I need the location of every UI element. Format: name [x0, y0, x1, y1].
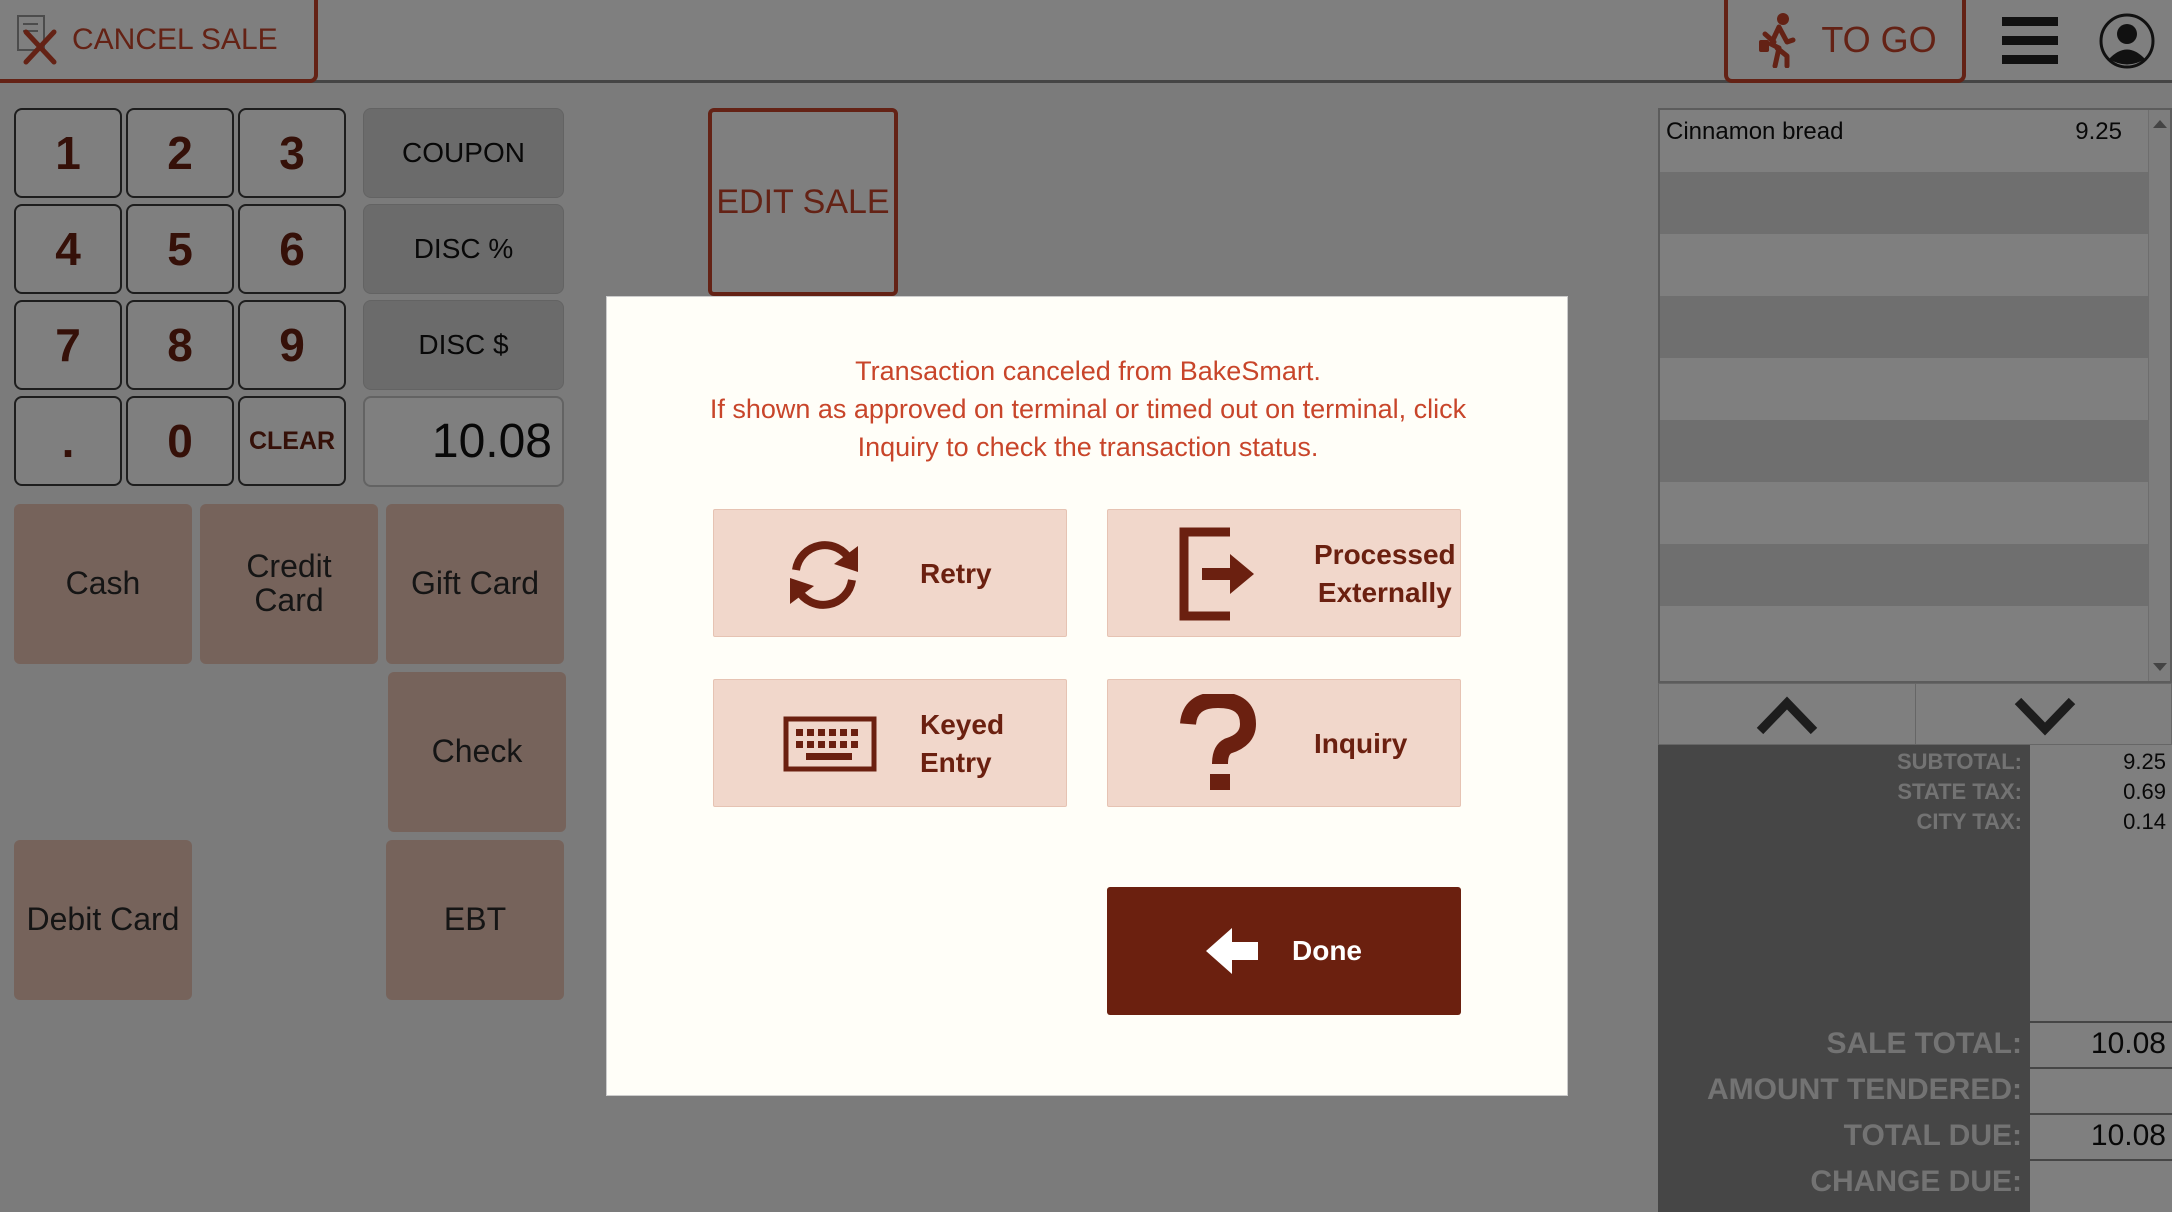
inquiry-button[interactable]: Inquiry: [1107, 679, 1461, 807]
processed-label-line1: Processed: [1314, 539, 1456, 570]
refresh-icon: [790, 541, 858, 609]
keyed-label-line2: Entry: [920, 747, 992, 778]
dialog-message: Transaction canceled from BakeSmart. If …: [607, 352, 1569, 466]
arrow-left-icon: [1206, 928, 1258, 974]
inquiry-label: Inquiry: [1314, 728, 1408, 759]
done-button[interactable]: Done: [1107, 887, 1461, 1015]
processed-label-line2: Externally: [1317, 577, 1452, 608]
message-line-3: Inquiry to check the transaction status.: [857, 432, 1319, 462]
retry-button[interactable]: Retry: [713, 509, 1067, 637]
keyboard-icon: [783, 716, 877, 772]
keyed-label-line1: Keyed: [920, 709, 1005, 740]
transaction-canceled-dialog: Transaction canceled from BakeSmart. If …: [606, 296, 1568, 1096]
question-mark-icon: [1180, 694, 1257, 790]
processed-externally-button[interactable]: Processed Externally: [1107, 509, 1461, 637]
keyed-entry-label: Keyed Entry: [920, 680, 1004, 808]
exit-arrow-icon: [1179, 527, 1254, 621]
keyed-entry-button[interactable]: Keyed Entry: [713, 679, 1067, 807]
done-label: Done: [1292, 935, 1362, 966]
processed-externally-label: Processed Externally: [1314, 510, 1456, 638]
message-line-2: If shown as approved on terminal or time…: [709, 394, 1467, 424]
message-line-1: Transaction canceled from BakeSmart.: [855, 356, 1321, 386]
retry-label: Retry: [920, 558, 992, 589]
